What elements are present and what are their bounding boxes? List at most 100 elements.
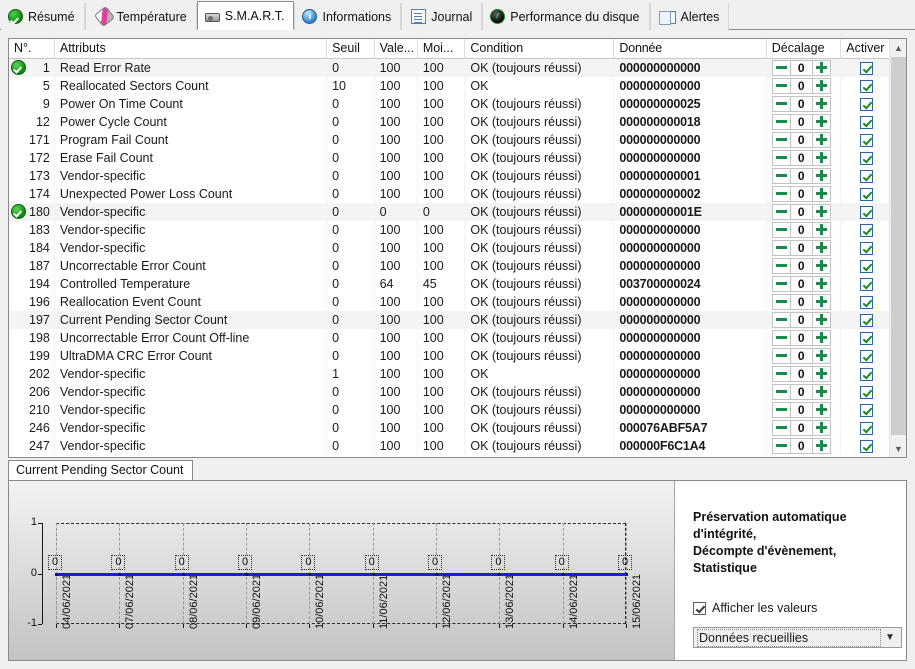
offset-increment-button[interactable] (811, 383, 831, 400)
table-row[interactable]: 1 Read Error Rate 0 100 100 OK (toujours réus… (9, 58, 891, 77)
enable-checkbox[interactable] (859, 151, 873, 165)
offset-increment-button[interactable] (811, 239, 831, 256)
offset-decrement-button[interactable] (771, 131, 791, 148)
scrollbar-thumb[interactable] (891, 57, 906, 435)
offset-decrement-button[interactable] (771, 221, 791, 238)
table-row[interactable]: 180 Vendor-specific 0 0 0 OK (toujours réussi… (9, 202, 891, 221)
tab-alertes[interactable]: Alertes (649, 3, 730, 30)
offset-value[interactable]: 0 (790, 59, 812, 76)
offset-stepper[interactable]: 0 (771, 275, 837, 292)
offset-value[interactable]: 0 (790, 419, 812, 436)
enable-checkbox[interactable] (859, 313, 873, 327)
table-row[interactable]: 194 Controlled Temperature 0 64 45 OK (toujou… (9, 274, 891, 293)
column-header-valeur[interactable]: Vale... (374, 39, 418, 59)
offset-value[interactable]: 0 (790, 401, 812, 418)
offset-increment-button[interactable] (811, 77, 831, 94)
offset-decrement-button[interactable] (771, 365, 791, 382)
offset-increment-button[interactable] (811, 185, 831, 202)
offset-increment-button[interactable] (811, 59, 831, 76)
offset-value[interactable]: 0 (790, 347, 812, 364)
show-values-checkbox-row[interactable]: Afficher les valeurs (693, 601, 890, 615)
offset-decrement-button[interactable] (771, 383, 791, 400)
checkbox-icon[interactable] (693, 601, 706, 615)
offset-increment-button[interactable] (811, 365, 831, 382)
column-header-decalage[interactable]: Décalage (766, 39, 842, 59)
offset-value[interactable]: 0 (790, 257, 812, 274)
offset-increment-button[interactable] (811, 113, 831, 130)
offset-increment-button[interactable] (811, 401, 831, 418)
detail-tab[interactable]: Current Pending Sector Count (8, 460, 194, 480)
enable-checkbox[interactable] (859, 403, 873, 417)
offset-value[interactable]: 0 (790, 149, 812, 166)
enable-checkbox[interactable] (859, 187, 873, 201)
chevron-down-icon[interactable]: ▼ (879, 628, 901, 647)
offset-stepper[interactable]: 0 (771, 401, 837, 418)
offset-stepper[interactable]: 0 (771, 437, 837, 454)
offset-stepper[interactable]: 0 (771, 329, 837, 346)
enable-checkbox[interactable] (859, 97, 873, 111)
offset-stepper[interactable]: 0 (771, 59, 837, 76)
offset-stepper[interactable]: 0 (771, 257, 837, 274)
table-row[interactable]: 12 Power Cycle Count 0 100 100 OK (toujours r… (9, 112, 891, 131)
offset-stepper[interactable]: 0 (771, 95, 837, 112)
table-row[interactable]: 171 Program Fail Count 0 100 100 OK (toujours… (9, 130, 891, 149)
table-row[interactable]: 187 Uncorrectable Error Count 0 100 100 OK (t… (9, 256, 891, 275)
enable-checkbox[interactable] (859, 295, 873, 309)
offset-decrement-button[interactable] (771, 329, 791, 346)
offset-decrement-button[interactable] (771, 239, 791, 256)
column-header-no[interactable]: N°. (9, 39, 55, 59)
enable-checkbox[interactable] (859, 349, 873, 363)
enable-checkbox[interactable] (859, 133, 873, 147)
offset-stepper[interactable]: 0 (771, 167, 837, 184)
offset-value[interactable]: 0 (790, 293, 812, 310)
scroll-down-icon[interactable]: ▼ (890, 440, 906, 457)
enable-checkbox[interactable] (859, 385, 873, 399)
table-row[interactable]: 247 Vendor-specific 0 100 100 OK (toujours ré… (9, 436, 891, 455)
enable-checkbox[interactable] (859, 439, 873, 453)
enable-checkbox[interactable] (859, 169, 873, 183)
offset-decrement-button[interactable] (771, 95, 791, 112)
enable-checkbox[interactable] (859, 79, 873, 93)
offset-increment-button[interactable] (811, 95, 831, 112)
offset-increment-button[interactable] (811, 293, 831, 310)
offset-stepper[interactable]: 0 (771, 149, 837, 166)
enable-checkbox[interactable] (859, 205, 873, 219)
enable-checkbox[interactable] (859, 259, 873, 273)
offset-value[interactable]: 0 (790, 113, 812, 130)
offset-decrement-button[interactable] (771, 293, 791, 310)
scroll-up-icon[interactable]: ▲ (890, 39, 906, 56)
enable-checkbox[interactable] (859, 277, 873, 291)
offset-decrement-button[interactable] (771, 347, 791, 364)
offset-stepper[interactable]: 0 (771, 77, 837, 94)
table-row[interactable]: 174 Unexpected Power Loss Count 0 100 100 OK … (9, 184, 891, 203)
offset-stepper[interactable]: 0 (771, 293, 837, 310)
offset-value[interactable]: 0 (790, 329, 812, 346)
tab-performance-du-disque[interactable]: Performance du disque (482, 3, 650, 30)
table-row[interactable]: 197 Current Pending Sector Count 0 100 100 OK… (9, 310, 891, 329)
offset-increment-button[interactable] (811, 419, 831, 436)
offset-decrement-button[interactable] (771, 419, 791, 436)
tab-journal[interactable]: Journal (401, 3, 483, 30)
offset-decrement-button[interactable] (771, 149, 791, 166)
table-row[interactable]: 198 Uncorrectable Error Count Off-line 0 10… (9, 328, 891, 347)
enable-checkbox[interactable] (859, 241, 873, 255)
tab-r-sum[interactable]: Résumé (1, 3, 85, 30)
offset-value[interactable]: 0 (790, 275, 812, 292)
offset-value[interactable]: 0 (790, 203, 812, 220)
offset-decrement-button[interactable] (771, 275, 791, 292)
offset-stepper[interactable]: 0 (771, 383, 837, 400)
tab-informations[interactable]: Informations (294, 3, 402, 30)
enable-checkbox[interactable] (859, 367, 873, 381)
column-header-moindre[interactable]: Moi... (417, 39, 466, 59)
offset-stepper[interactable]: 0 (771, 185, 837, 202)
column-header-activer[interactable]: Activer (840, 39, 891, 59)
offset-stepper[interactable]: 0 (771, 365, 837, 382)
offset-stepper[interactable]: 0 (771, 131, 837, 148)
offset-increment-button[interactable] (811, 347, 831, 364)
tab-s-m-a-r-t[interactable]: S.M.A.R.T. (196, 1, 295, 30)
offset-stepper[interactable]: 0 (771, 113, 837, 130)
offset-increment-button[interactable] (811, 257, 831, 274)
offset-value[interactable]: 0 (790, 185, 812, 202)
table-row[interactable]: 199 UltraDMA CRC Error Count 0 100 100 OK (to… (9, 346, 891, 365)
offset-increment-button[interactable] (811, 311, 831, 328)
